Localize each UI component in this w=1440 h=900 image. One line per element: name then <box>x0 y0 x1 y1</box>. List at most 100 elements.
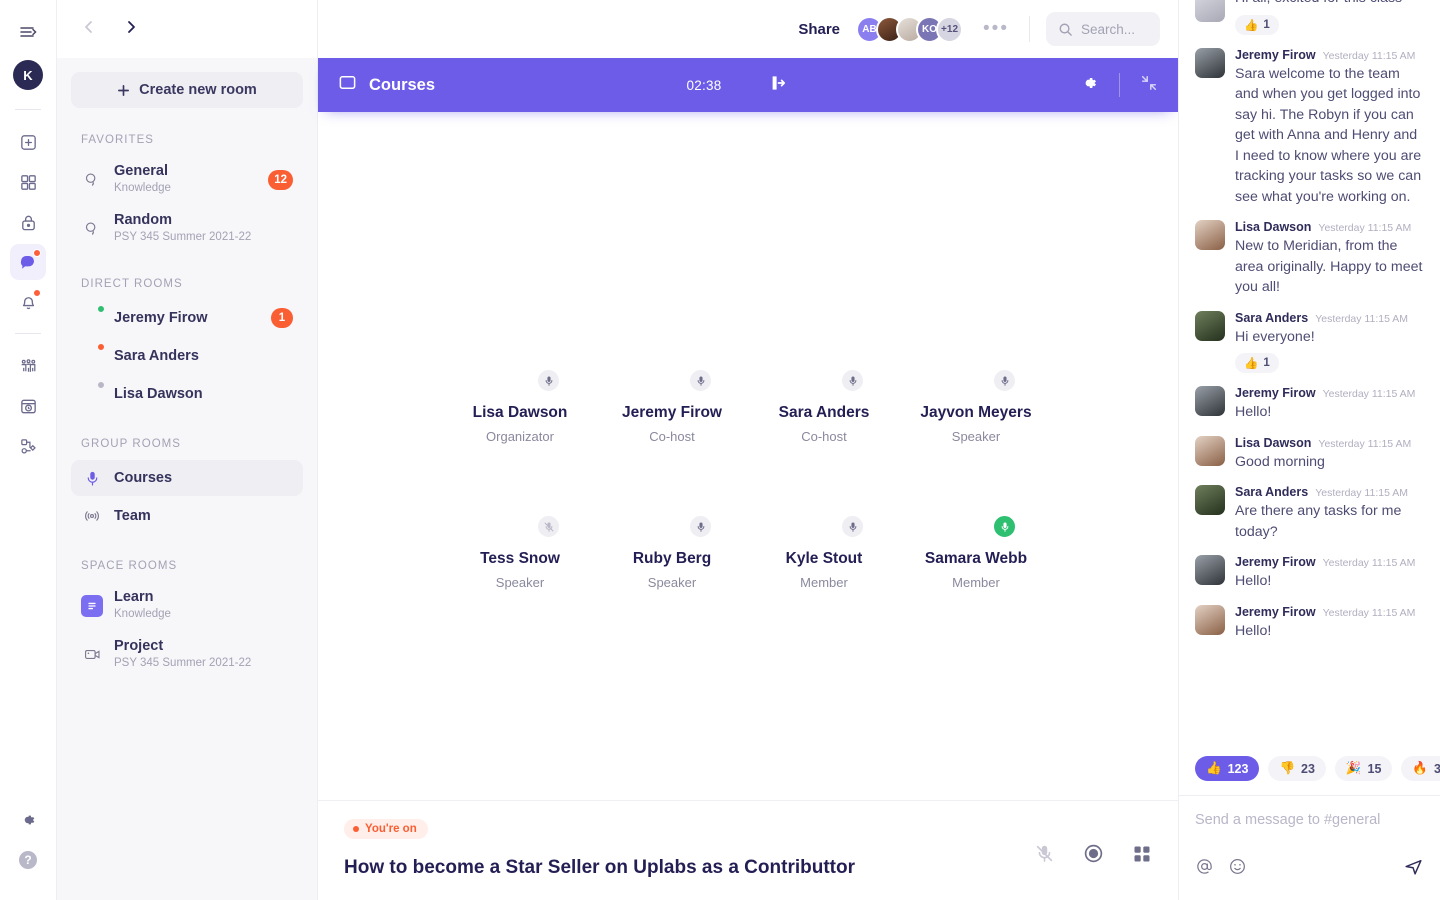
avatar <box>1195 0 1225 22</box>
list-item: Jeremy Firow Yesterday 11:15 AM Sara wel… <box>1195 48 1424 208</box>
microphone-status-icon[interactable] <box>840 514 865 539</box>
participant-tile[interactable]: Lisa Dawson Organizator <box>444 322 596 444</box>
presence-dot <box>97 343 105 351</box>
participant-role: Co-host <box>801 429 847 444</box>
participant-tile[interactable]: Kyle Stout Member <box>748 468 900 590</box>
sidebar-item-general[interactable]: General Knowledge 12 <box>71 156 303 203</box>
thumbs-up-icon: 👍 <box>1206 761 1222 776</box>
microphone-icon <box>81 467 103 489</box>
participant-tile[interactable]: Sara Anders Co-host <box>748 322 900 444</box>
mention-icon[interactable] <box>1195 857 1214 881</box>
forward-arrow-icon[interactable] <box>123 19 139 40</box>
participant-tile[interactable]: Tess Snow Speaker <box>444 468 596 590</box>
create-new-room-button[interactable]: Create new room <box>71 72 303 108</box>
collapse-icon[interactable] <box>1140 74 1158 97</box>
message-header: Jeremy Firow Yesterday 11:15 AM <box>1235 386 1424 400</box>
sidebar-body: Create new room FAVORITES General Knowle… <box>57 58 317 680</box>
participant-tile[interactable]: Jayvon Meyers Speaker <box>900 322 1052 444</box>
search-input[interactable]: Search... <box>1046 12 1160 46</box>
microphone-status-icon[interactable] <box>536 368 561 393</box>
session-timer: 02:38 <box>686 78 721 93</box>
message-header: Sara Anders Yesterday 11:15 AM <box>1235 485 1424 499</box>
participant-tile[interactable]: Jeremy Firow Co-host <box>596 322 748 444</box>
message-text: Are there any tasks for me today? <box>1235 501 1424 542</box>
workflow-icon[interactable] <box>10 428 46 464</box>
sidebar-item-lisa-dawson[interactable]: Lisa Dawson <box>71 376 303 412</box>
participant-tile[interactable]: Ruby Berg Speaker <box>596 468 748 590</box>
leave-room-icon[interactable] <box>768 73 788 98</box>
message-reaction[interactable]: 👍 1 <box>1235 353 1279 373</box>
sidebar-item-sara-anders[interactable]: Sara Anders <box>71 338 303 374</box>
record-icon[interactable] <box>1083 843 1104 869</box>
reaction-thumbs-down[interactable]: 👎 23 <box>1268 756 1325 781</box>
participant-avatar <box>943 322 1009 388</box>
reaction-fire[interactable]: 🔥 3 <box>1401 756 1440 781</box>
microphone-muted-icon[interactable] <box>536 514 561 539</box>
back-arrow-icon[interactable] <box>81 19 97 40</box>
message-author: Lisa Dawson <box>1235 436 1311 450</box>
sidebar-item-jeremy-firow[interactable]: Jeremy Firow 1 <box>71 300 303 336</box>
list-item: Lisa Dawson Yesterday 11:15 AM Good morn… <box>1195 436 1424 473</box>
help-icon[interactable]: ? <box>10 842 46 878</box>
avatar-stack[interactable]: AB KO +12 <box>856 16 963 43</box>
sidebar-item-team[interactable]: Team <box>71 498 303 534</box>
section-label-favorites: FAVORITES <box>81 134 303 146</box>
room-title: Project <box>114 638 251 655</box>
status-badge-label: You're on <box>365 823 417 835</box>
bell-icon[interactable] <box>10 284 46 320</box>
message-timestamp: Yesterday 11:15 AM <box>1323 557 1416 569</box>
sidebar-item-random[interactable]: Random PSY 345 Summer 2021-22 <box>71 205 303 252</box>
message-author: Lisa Dawson <box>1235 220 1311 234</box>
more-horizontal-icon[interactable]: ••• <box>979 18 1013 40</box>
gear-icon[interactable] <box>1079 73 1099 98</box>
sidebar-item-project[interactable]: Project PSY 345 Summer 2021-22 <box>71 631 303 678</box>
room-header-actions <box>1079 73 1158 98</box>
microphone-active-icon[interactable] <box>992 514 1017 539</box>
microphone-status-icon[interactable] <box>992 368 1017 393</box>
thumbs-down-icon: 👎 <box>1279 761 1295 776</box>
list-item: Hi all, excited for this class 👍 1 <box>1195 0 1424 35</box>
send-icon[interactable] <box>1403 856 1424 882</box>
message-header: Jeremy Firow Yesterday 11:15 AM <box>1235 605 1424 619</box>
gear-icon[interactable] <box>10 802 46 838</box>
presence-dot <box>97 381 105 389</box>
screen-icon[interactable] <box>338 73 357 97</box>
sidebar-item-courses[interactable]: Courses <box>71 460 303 496</box>
reaction-thumbs-up[interactable]: 👍 123 <box>1195 756 1259 781</box>
microphone-status-icon[interactable] <box>688 514 713 539</box>
add-icon[interactable] <box>10 124 46 160</box>
message-body: Jeremy Firow Yesterday 11:15 AM Hello! <box>1235 386 1424 423</box>
microphone-status-icon[interactable] <box>840 368 865 393</box>
microphone-status-icon[interactable] <box>688 368 713 393</box>
reaction-party[interactable]: 🎉 15 <box>1335 756 1392 781</box>
room-title: Learn <box>114 589 171 606</box>
avatar-initial: K <box>23 68 32 83</box>
history-clock-icon[interactable] <box>10 388 46 424</box>
broadcast-icon <box>81 505 103 527</box>
chat-messages[interactable]: Hi all, excited for this class 👍 1 Jerem… <box>1179 0 1440 746</box>
apps-grid-icon[interactable] <box>10 164 46 200</box>
emoji-icon[interactable] <box>1228 857 1247 881</box>
reaction-count: 1 <box>1263 357 1269 369</box>
chat-icon <box>81 169 103 191</box>
fire-icon: 🔥 <box>1412 761 1428 776</box>
chat-bubbles-icon[interactable] <box>10 244 46 280</box>
menu-collapse-icon[interactable] <box>10 14 46 50</box>
message-body: Sara Anders Yesterday 11:15 AM Are there… <box>1235 485 1424 542</box>
layout-grid-icon[interactable] <box>1132 844 1152 869</box>
mic-muted-icon[interactable] <box>1034 843 1055 869</box>
message-reaction[interactable]: 👍 1 <box>1235 15 1279 35</box>
participant-tile[interactable]: Samara Webb Member <box>900 468 1052 590</box>
sidebar-item-learn[interactable]: Learn Knowledge <box>71 582 303 629</box>
participant-avatar <box>943 468 1009 534</box>
participant-name: Kyle Stout <box>786 550 863 568</box>
list-item: Sara Anders Yesterday 11:15 AM Hi everyo… <box>1195 311 1424 374</box>
people-icon[interactable] <box>10 348 46 384</box>
message-body: Jeremy Firow Yesterday 11:15 AM Hello! <box>1235 605 1424 642</box>
avatar[interactable]: K <box>13 60 43 90</box>
message-input[interactable]: Send a message to #general <box>1195 812 1424 834</box>
lock-icon[interactable] <box>10 204 46 240</box>
share-button[interactable]: Share <box>798 21 840 38</box>
avatar <box>1195 605 1225 635</box>
chat-icon <box>81 218 103 240</box>
